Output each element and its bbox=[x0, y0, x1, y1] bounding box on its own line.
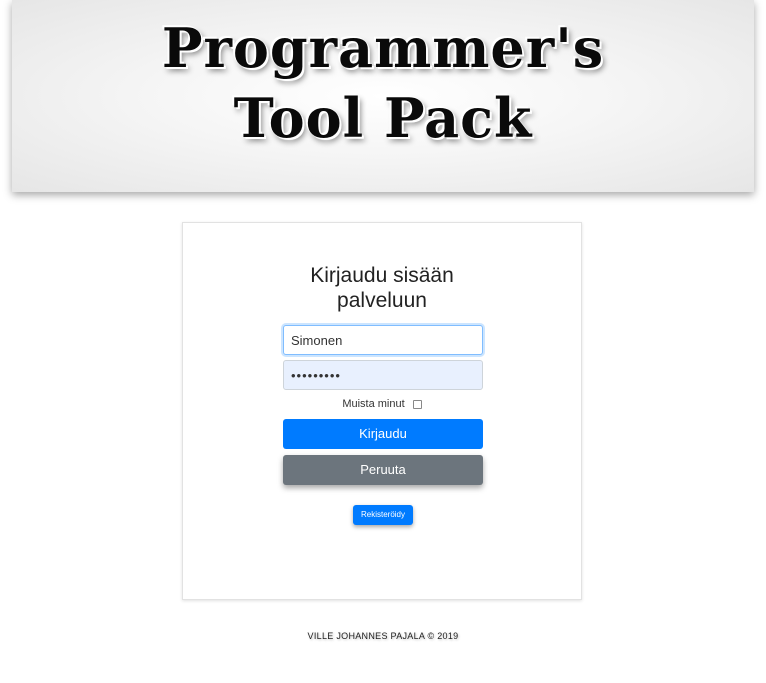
password-input[interactable] bbox=[283, 360, 483, 390]
login-button[interactable]: Kirjaudu bbox=[283, 419, 483, 449]
cancel-button[interactable]: Peruuta bbox=[283, 455, 483, 485]
header-banner: Programmer's Tool Pack bbox=[12, 0, 754, 192]
login-title: Kirjaudu sisään palveluun bbox=[183, 263, 581, 313]
login-card: Kirjaudu sisään palveluun Muista minut K… bbox=[182, 222, 582, 600]
logo-title-line2: Tool Pack bbox=[233, 86, 533, 150]
remember-me-checkbox[interactable] bbox=[412, 399, 422, 409]
login-title-line1: Kirjaudu sisään bbox=[310, 264, 454, 287]
remember-me: Muista minut bbox=[183, 397, 581, 411]
register-button[interactable]: Rekisteröidy bbox=[353, 505, 413, 525]
footer-copyright: VILLE JOHANNES PAJALA © 2019 bbox=[307, 631, 459, 641]
logo-title-line1: Programmer's bbox=[161, 16, 605, 80]
login-title-line2: palveluun bbox=[337, 289, 427, 312]
remember-me-label: Muista minut bbox=[342, 398, 405, 410]
username-input[interactable] bbox=[283, 325, 483, 355]
